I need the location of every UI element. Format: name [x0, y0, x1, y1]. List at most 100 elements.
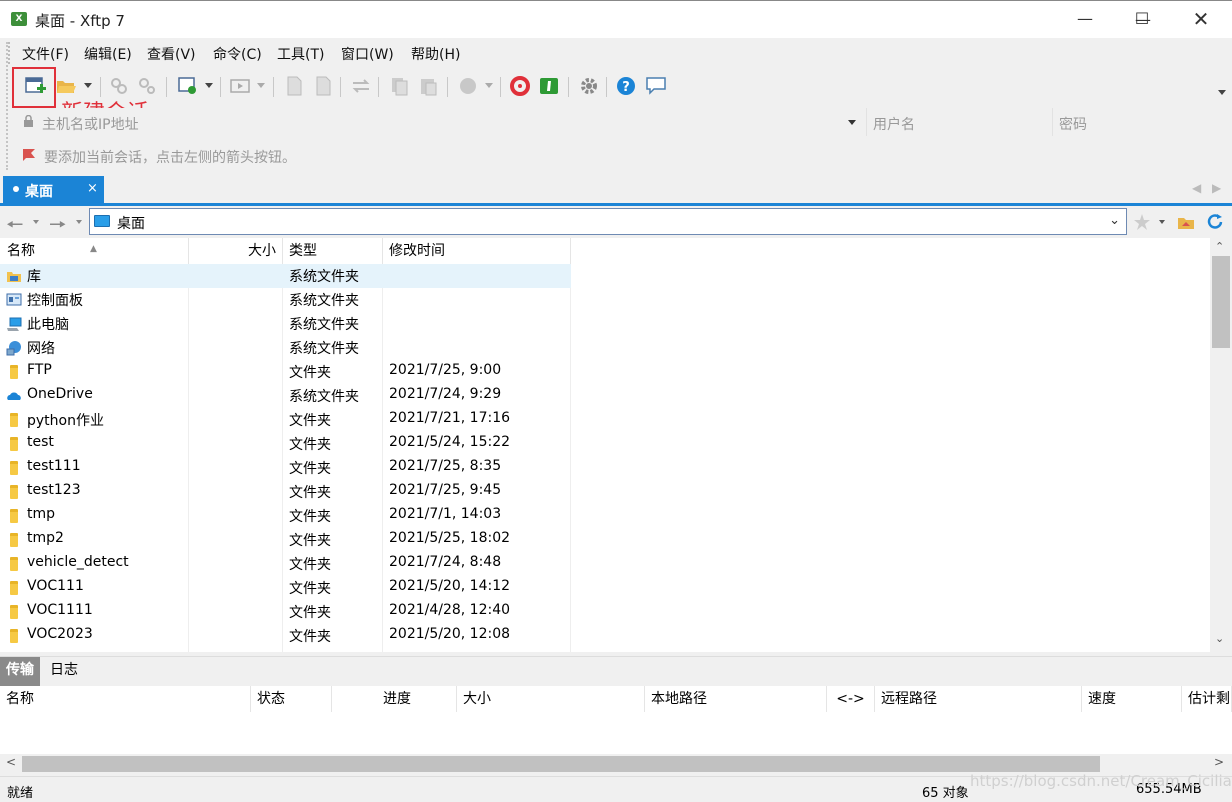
watermark: https://blog.csdn.net/Cream_Cicilian [970, 772, 1232, 790]
menu-file[interactable]: 文件(F) [22, 44, 69, 64]
navigation-bar: 🠔 🠖 桌面 ⌄ [0, 206, 1232, 238]
file-row[interactable]: test123 文件夹 2021/7/25, 9:45 [0, 480, 571, 504]
session-settings-icon[interactable] [178, 76, 198, 96]
transfer-col-speed[interactable]: 速度 [1082, 686, 1182, 712]
file-row[interactable]: vehicle_detect 文件夹 2021/7/24, 8:48 [0, 552, 571, 576]
menu-view[interactable]: 查看(V) [147, 44, 196, 64]
transfer-col-size[interactable]: 大小 [457, 686, 645, 712]
hscroll-thumb[interactable] [22, 756, 1100, 772]
gear-icon[interactable] [579, 76, 599, 96]
xftp-app-icon: X [11, 12, 27, 26]
terminal-dropdown-icon[interactable] [257, 83, 265, 88]
file-row[interactable]: VOC2023 文件夹 2021/5/20, 12:08 [0, 624, 571, 648]
column-size-header[interactable]: 大小 [189, 238, 283, 264]
file-type: 文件夹 [289, 533, 331, 549]
copy-icon[interactable] [389, 76, 409, 96]
file-row[interactable]: test111 文件夹 2021/7/25, 8:35 [0, 456, 571, 480]
file-row[interactable]: VOC1111 文件夹 2021/4/28, 12:40 [0, 600, 571, 624]
host-input[interactable]: 主机名或IP地址 [14, 108, 864, 136]
home-folder-icon[interactable] [1177, 213, 1195, 231]
toolbar-overflow-icon[interactable] [1218, 90, 1226, 95]
file-row[interactable]: FTP 文件夹 2021/7/25, 9:00 [0, 360, 571, 384]
menu-window[interactable]: 窗口(W) [341, 44, 394, 64]
menu-help[interactable]: 帮助(H) [411, 44, 460, 64]
tab-scroll-right-icon[interactable]: ▶ [1212, 181, 1221, 195]
transfer-col-remote-path[interactable]: 远程路径 [875, 686, 1082, 712]
vertical-scrollbar[interactable]: ⌃ ⌄ [1210, 238, 1232, 652]
menu-command[interactable]: 命令(C) [213, 44, 262, 64]
control-panel-icon [6, 292, 22, 308]
file-row[interactable]: OneDrive 系统文件夹 2021/7/24, 9:29 [0, 384, 571, 408]
session-settings-dropdown-icon[interactable] [205, 83, 213, 88]
scroll-right-icon[interactable]: > [1214, 755, 1224, 769]
file-mtime: 2021/7/25, 8:35 [389, 458, 502, 474]
transfer-col-eta[interactable]: 估计剩 [1182, 686, 1232, 712]
file-type: 文件夹 [289, 461, 331, 477]
transfer-col-local-path[interactable]: 本地路径 [645, 686, 827, 712]
xshell-icon[interactable] [510, 76, 530, 96]
open-dropdown-icon[interactable] [84, 83, 92, 88]
chat-icon[interactable] [646, 76, 666, 96]
horizontal-scrollbar[interactable]: < > [0, 754, 1232, 774]
favorite-dropdown-icon[interactable] [1159, 220, 1165, 224]
maximize-button[interactable]: ☐ [1119, 0, 1165, 38]
tab-transfer[interactable]: 传输 [0, 657, 40, 686]
back-dropdown-icon[interactable] [33, 220, 39, 224]
file-row[interactable]: tmp 文件夹 2021/7/1, 14:03 [0, 504, 571, 528]
transfer-col-name[interactable]: 名称 [0, 686, 251, 712]
tab-desktop[interactable]: 桌面 × [3, 176, 104, 205]
file-row[interactable]: 网络 系统文件夹 [0, 336, 571, 360]
folder-icon [10, 605, 18, 619]
file-row[interactable]: python作业 文件夹 2021/7/21, 17:16 [0, 408, 571, 432]
menu-edit[interactable]: 编辑(E) [84, 44, 132, 64]
column-type-header[interactable]: 类型 [283, 238, 383, 264]
file-mtime: 2021/7/25, 9:00 [389, 362, 502, 378]
paste-icon[interactable] [418, 76, 438, 96]
file-row[interactable]: 控制面板 系统文件夹 [0, 288, 571, 312]
transfer-icon[interactable] [351, 76, 371, 96]
add-session-arrow-icon[interactable] [22, 148, 36, 162]
terminal-icon[interactable] [230, 76, 250, 96]
connect-icon[interactable] [109, 76, 129, 96]
scrollbar-thumb[interactable] [1212, 256, 1230, 348]
file-row[interactable]: VOC111 文件夹 2021/5/20, 14:12 [0, 576, 571, 600]
address-bar: 主机名或IP地址 用户名 密码 [14, 108, 1232, 136]
refresh-icon[interactable] [1206, 213, 1224, 231]
transfer-col-direction[interactable]: <-> [827, 686, 875, 712]
column-name-header[interactable]: 名称 ▲ [0, 238, 189, 264]
new-file-icon[interactable] [284, 76, 304, 96]
scroll-left-icon[interactable]: < [6, 755, 16, 769]
transfer-col-status[interactable]: 状态 [251, 686, 332, 712]
help-icon[interactable]: ? [616, 76, 636, 96]
file-row[interactable]: tmp2 文件夹 2021/5/25, 18:02 [0, 528, 571, 552]
properties-icon[interactable] [313, 76, 333, 96]
minimize-button[interactable]: — [1062, 0, 1108, 38]
column-mtime-header[interactable]: 修改时间 [383, 238, 571, 264]
file-row[interactable]: 此电脑 系统文件夹 [0, 312, 571, 336]
path-input[interactable]: 桌面 ⌄ [89, 208, 1127, 235]
open-folder-icon[interactable] [56, 76, 76, 96]
tab-log[interactable]: 日志 [44, 657, 84, 686]
file-row[interactable]: 库 系统文件夹 [0, 264, 571, 288]
forward-dropdown-icon[interactable] [76, 220, 82, 224]
scroll-up-icon[interactable]: ⌃ [1215, 240, 1224, 253]
folder-icon [10, 557, 18, 571]
favorite-star-icon[interactable] [1133, 213, 1151, 231]
scroll-down-icon[interactable]: ⌄ [1215, 632, 1224, 645]
file-row[interactable]: test 文件夹 2021/5/24, 15:22 [0, 432, 571, 456]
menu-tools[interactable]: 工具(T) [277, 44, 324, 64]
close-window-button[interactable]: ✕ [1178, 0, 1224, 38]
file-name: python作业 [27, 413, 104, 429]
host-dropdown-icon[interactable] [848, 120, 856, 125]
username-input[interactable]: 用户名 [866, 108, 1050, 136]
password-input[interactable]: 密码 [1052, 108, 1232, 136]
xftp-icon[interactable] [539, 76, 559, 96]
tab-scroll-left-icon[interactable]: ◀ [1192, 181, 1201, 195]
encoding-icon[interactable] [458, 76, 478, 96]
transfer-col-progress[interactable]: 进度 [332, 686, 457, 712]
tab-close-icon[interactable]: × [87, 181, 98, 196]
chevron-down-icon[interactable]: ⌄ [1109, 213, 1120, 228]
encoding-dropdown-icon[interactable] [485, 83, 493, 88]
file-mtime: 2021/7/24, 8:48 [389, 554, 502, 570]
disconnect-icon[interactable] [137, 76, 157, 96]
